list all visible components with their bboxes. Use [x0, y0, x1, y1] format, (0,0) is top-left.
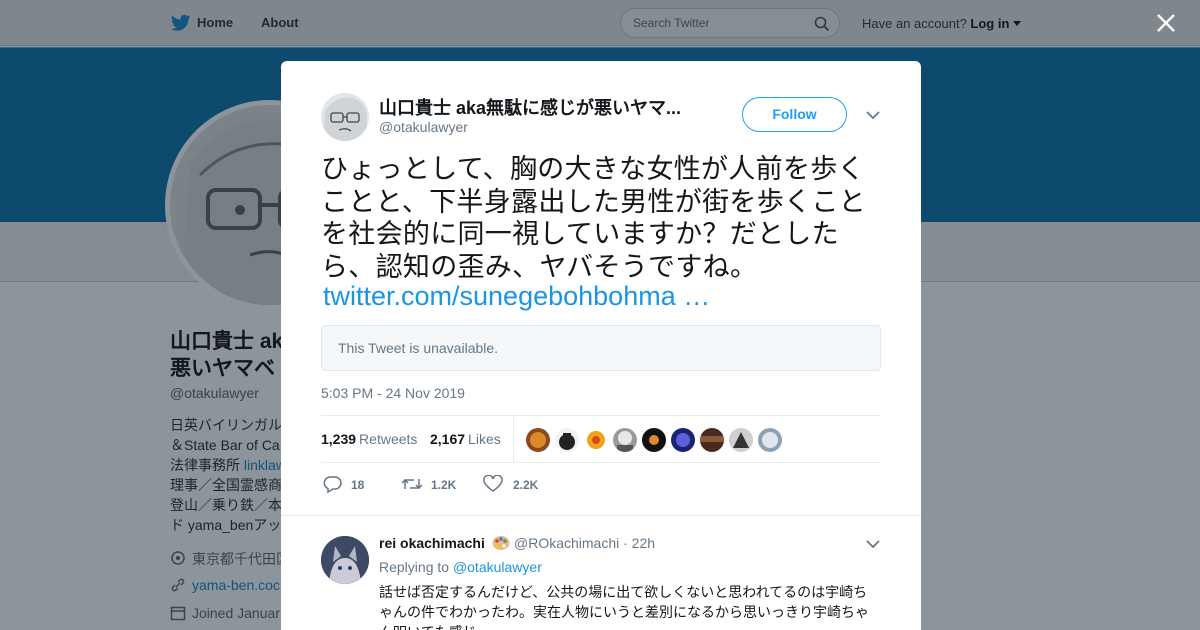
author-avatar[interactable] [321, 93, 369, 141]
tweet-text: ひょっとして、胸の大きな女性が人前を歩くことと、下半身露出した男性が街を歩くこと… [321, 154, 866, 282]
follow-button[interactable]: Follow [742, 97, 847, 132]
tweet-timestamp[interactable]: 5:03 PM - 24 Nov 2019 [321, 385, 465, 401]
liker-avatar[interactable] [729, 428, 753, 452]
reply-author-name[interactable]: rei okachimachi [379, 535, 485, 551]
liker-avatar[interactable] [555, 428, 579, 452]
author-avatar-drawing [321, 93, 369, 141]
profile-name-line1: 山口貴士 aka [170, 330, 290, 353]
profile-name-line2: 悪いヤマベ [170, 357, 275, 380]
tweet-modal: 山口貴士 aka無駄に感じが悪いヤマ... @otakulawyer Follo… [281, 61, 921, 630]
nav-about-link[interactable]: About [261, 15, 299, 30]
likes-stat[interactable]: 2,167 Likes [430, 431, 501, 447]
joined-text: Joined Januar [192, 605, 280, 621]
chevron-down-icon [1013, 21, 1022, 26]
replying-to-prefix: Replying to [379, 559, 450, 575]
account-prompt: Have an account? Log in [862, 16, 1022, 31]
bio-line: 理事／全国霊感商 [170, 477, 282, 493]
bio-link[interactable]: linklaw [244, 457, 286, 473]
liker-avatar[interactable] [642, 428, 666, 452]
profile-bio: 日英バイリンガル ＆State Bar of Ca 法律事務所 linklaw … [170, 415, 290, 535]
bio-line: 法律事務所 linklaw [170, 455, 290, 475]
bio-line: 登山／乗り鉄／本 [170, 497, 282, 513]
liker-avatar[interactable] [584, 428, 608, 452]
palette-emoji-icon [492, 536, 510, 550]
reply-text: 話せば否定するんだけど、公共の場に出て欲しくないと思われてるのは宇崎ちゃんの件で… [379, 584, 869, 630]
location-text: 東京都千代田区 [192, 551, 290, 567]
likes-count: 2,167 [430, 431, 466, 447]
liker-avatar[interactable] [700, 428, 724, 452]
website-link[interactable]: yama-ben.coc [192, 577, 280, 593]
search-placeholder: Search Twitter [633, 16, 710, 30]
bio-line: 日英バイリンガル [170, 417, 282, 433]
profile-handle: @otakulawyer [170, 385, 259, 401]
profile-location: 東京都千代田区 [170, 549, 290, 569]
reply-count: 18 [351, 478, 365, 492]
quoted-unavailable-text: This Tweet is unavailable. [338, 340, 499, 356]
retweet-icon [401, 478, 423, 490]
liker-avatar[interactable] [526, 428, 550, 452]
reply-avatar-drawing [321, 536, 369, 584]
close-icon[interactable] [1155, 12, 1177, 34]
calendar-icon [170, 606, 186, 621]
profile-joined: Joined Januar [170, 605, 290, 621]
location-pin-icon [171, 551, 185, 565]
replying-to: Replying to @otakulawyer [379, 559, 542, 575]
chevron-down-icon[interactable] [866, 110, 880, 120]
link-icon [171, 578, 185, 592]
twitter-bird-icon[interactable] [171, 14, 191, 32]
retweets-count: 1,239 [321, 431, 357, 447]
tweet-stats: 1,239 Retweets 2,167 Likes [321, 415, 881, 463]
bio-line-text: 法律事務所 [170, 457, 244, 473]
search-input[interactable]: Search Twitter [620, 8, 840, 38]
liker-avatar[interactable] [671, 428, 695, 452]
reply-author-handle[interactable]: @ROkachimachi · 22h [514, 535, 655, 551]
tweet-actions: 18 1.2K 2.2K [321, 473, 621, 497]
nav-home-link[interactable]: Home [197, 15, 233, 30]
retweets-label: Retweets [359, 431, 418, 447]
heart-icon [483, 475, 503, 492]
account-prompt-text: Have an account? [862, 16, 967, 31]
search-icon[interactable] [814, 16, 830, 32]
profile-name: 山口貴士 aka 悪いヤマベ [170, 328, 290, 382]
reply-icon [323, 476, 342, 493]
stats-divider [513, 416, 514, 462]
author-handle[interactable]: @otakulawyer [379, 119, 468, 135]
login-link[interactable]: Log in [970, 16, 1009, 31]
bio-line: ド yama_benアッ [170, 517, 282, 533]
replying-to-link[interactable]: @otakulawyer [453, 559, 542, 575]
author-name[interactable]: 山口貴士 aka無駄に感じが悪いヤマ... [379, 94, 681, 120]
profile-website: yama-ben.coc [170, 577, 290, 593]
liker-avatar[interactable] [758, 428, 782, 452]
likes-label: Likes [468, 431, 501, 447]
chevron-down-icon[interactable] [866, 539, 880, 549]
tweet-link[interactable]: twitter.com/sunegebohbohma … [323, 281, 710, 312]
like-count: 2.2K [513, 478, 539, 492]
retweet-count: 1.2K [431, 478, 457, 492]
bio-line: ＆State Bar of Ca [170, 437, 280, 453]
top-navigation-bar: Home About Search Twitter Have an accoun… [0, 0, 1200, 46]
quoted-tweet-box: This Tweet is unavailable. [321, 325, 881, 371]
liker-avatar[interactable] [613, 428, 637, 452]
section-divider [281, 515, 921, 516]
reply-author-avatar[interactable] [321, 536, 369, 584]
retweets-stat[interactable]: 1,239 Retweets [321, 431, 417, 447]
